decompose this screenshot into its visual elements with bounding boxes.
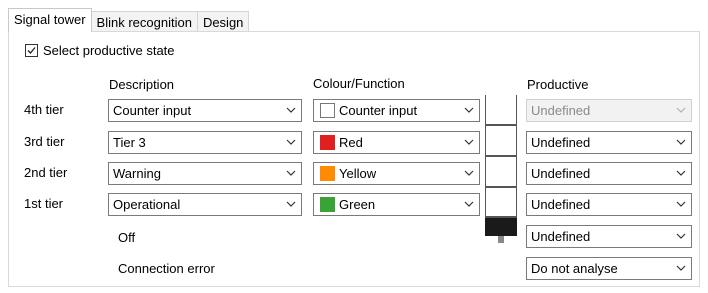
off-label: Off — [118, 230, 136, 245]
tower-segment-3 — [485, 126, 517, 157]
chevron-down-icon — [676, 201, 686, 207]
tier-2-colour-select[interactable]: Yellow — [313, 162, 480, 185]
tier-2-productive-value: Undefined — [531, 166, 591, 181]
productive-state-checkbox[interactable] — [25, 44, 38, 57]
connection-error-productive-select[interactable]: Do not analyse — [526, 257, 692, 280]
tier-3-colour-value: Red — [339, 135, 363, 150]
tab-signal-tower[interactable]: Signal tower — [8, 8, 92, 32]
chevron-down-icon — [286, 170, 296, 176]
colour-swatch-white — [320, 103, 335, 118]
connection-error-label: Connection error — [118, 261, 215, 276]
tab-bar: Signal tower Blink recognition Design — [8, 8, 250, 32]
tier-3-productive-value: Undefined — [531, 135, 591, 150]
off-productive-select[interactable]: Undefined — [526, 225, 692, 248]
tier-4-label: 4th tier — [24, 102, 64, 117]
tier-3-description-value: Tier 3 — [113, 135, 146, 150]
chevron-down-icon — [464, 107, 474, 113]
description-header: Description — [109, 77, 175, 92]
tier-4-productive-value: Undefined — [531, 103, 591, 118]
tier-2-description-select[interactable]: Warning — [108, 162, 302, 185]
checkmark-icon — [27, 47, 36, 54]
off-productive-value: Undefined — [531, 229, 591, 244]
tier-3-description-select[interactable]: Tier 3 — [108, 131, 302, 154]
tier-3-label: 3rd tier — [24, 134, 65, 149]
colour-swatch-yellow — [320, 166, 335, 181]
tier-4-description-value: Counter input — [113, 103, 192, 118]
colour-swatch-green — [320, 197, 335, 212]
tier-3-productive-select[interactable]: Undefined — [526, 131, 692, 154]
tower-base — [485, 218, 517, 236]
chevron-down-icon — [286, 201, 296, 207]
tier-1-description-value: Operational — [113, 197, 181, 212]
chevron-down-icon — [464, 170, 474, 176]
tab-blink-recognition[interactable]: Blink recognition — [90, 11, 198, 32]
tier-4-colour-select[interactable]: Counter input — [313, 99, 480, 122]
tier-4-description-select[interactable]: Counter input — [108, 99, 302, 122]
tower-mount — [498, 236, 504, 243]
tier-1-label: 1st tier — [24, 196, 64, 211]
chevron-down-icon — [676, 265, 686, 271]
chevron-down-icon — [464, 201, 474, 207]
tower-segment-1 — [485, 188, 517, 218]
chevron-down-icon — [286, 139, 296, 145]
tab-design[interactable]: Design — [196, 11, 250, 32]
signal-tower-panel: Select productive state Description Colo… — [8, 31, 700, 287]
tier-2-productive-select[interactable]: Undefined — [526, 162, 692, 185]
productive-state-label: Select productive state — [43, 43, 175, 58]
connection-error-productive-value: Do not analyse — [531, 261, 618, 276]
tier-3-colour-select[interactable]: Red — [313, 131, 480, 154]
tier-4-colour-value: Counter input — [339, 103, 418, 118]
tier-1-colour-value: Green — [339, 197, 376, 212]
tier-4-productive-select[interactable]: Undefined — [526, 99, 692, 122]
tier-2-label: 2nd tier — [24, 165, 68, 180]
chevron-down-icon — [464, 139, 474, 145]
productive-header: Productive — [527, 77, 589, 92]
chevron-down-icon — [676, 233, 686, 239]
colour-swatch-red — [320, 135, 335, 150]
chevron-down-icon — [676, 139, 686, 145]
chevron-down-icon — [676, 107, 686, 113]
tower-segment-2 — [485, 157, 517, 188]
chevron-down-icon — [286, 107, 296, 113]
chevron-down-icon — [676, 170, 686, 176]
tier-1-productive-value: Undefined — [531, 197, 591, 212]
colour-function-header: Colour/Function — [313, 76, 405, 91]
tier-2-colour-value: Yellow — [339, 166, 377, 181]
tier-1-description-select[interactable]: Operational — [108, 193, 302, 216]
tier-2-description-value: Warning — [113, 166, 161, 181]
tier-1-colour-select[interactable]: Green — [313, 193, 480, 216]
tower-segment-4 — [485, 95, 517, 126]
tier-1-productive-select[interactable]: Undefined — [526, 193, 692, 216]
